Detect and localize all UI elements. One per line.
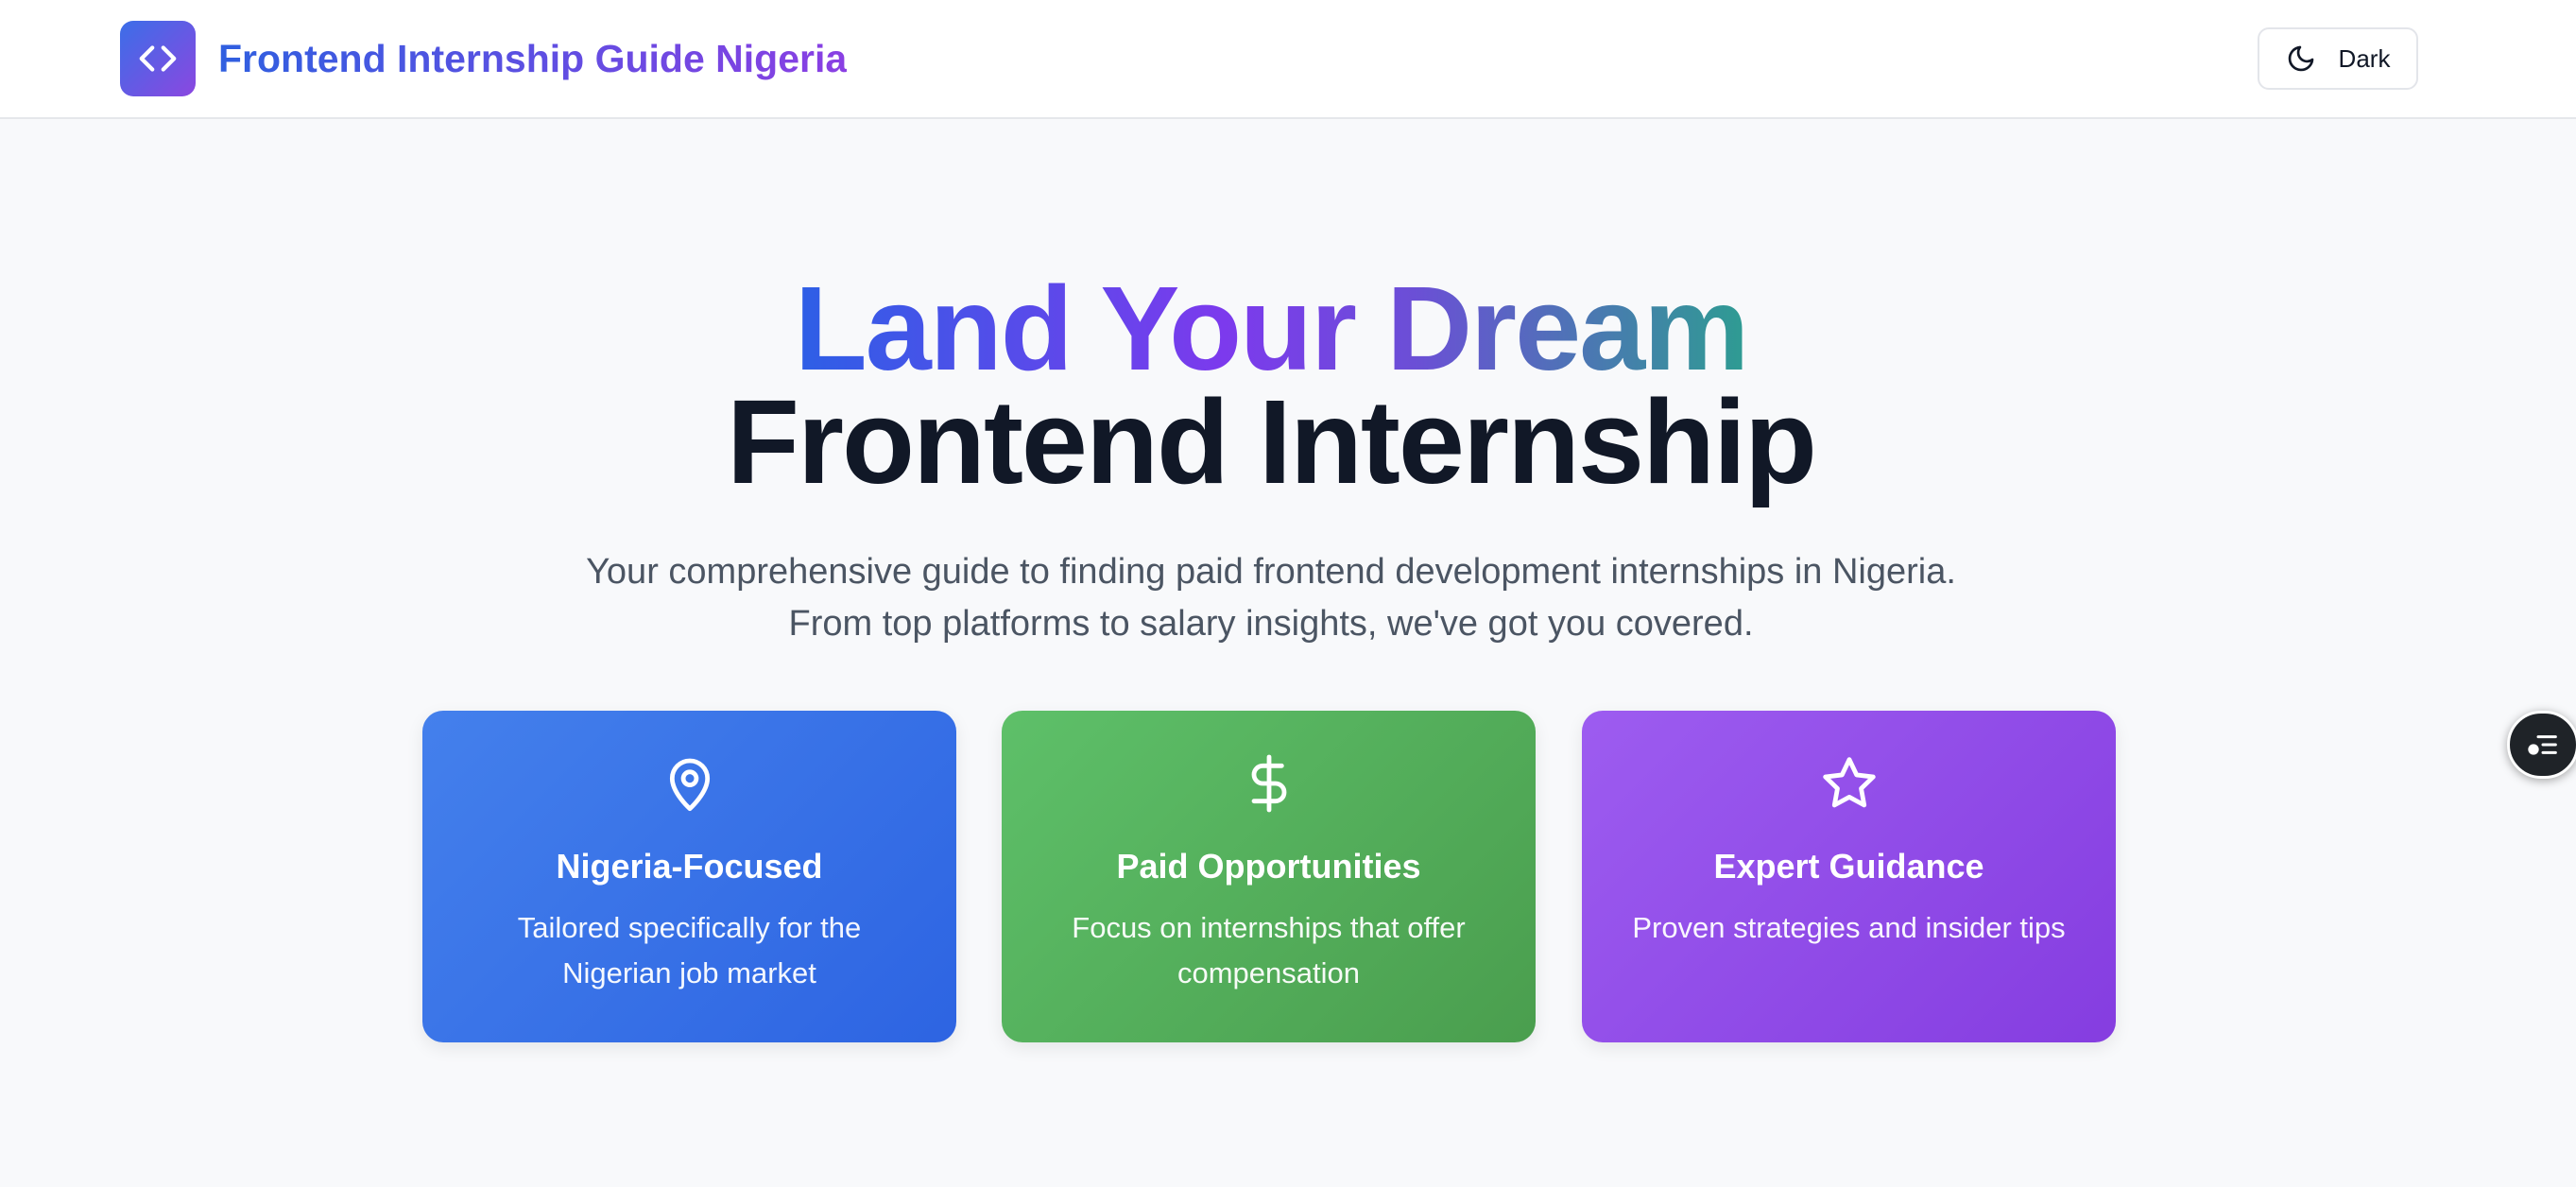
feature-title: Expert Guidance [1713,847,1984,886]
moon-icon [2288,45,2313,72]
star-icon [1822,757,1876,808]
code-icon [139,45,177,72]
feature-description: Proven strategies and insider tips [1632,911,2066,944]
logo[interactable] [120,21,196,96]
map-pin-icon [669,758,710,812]
feature-card-expert-guidance: Expert Guidance Proven strategies and in… [1582,711,2116,1042]
feature-card-paid-opportunities: Paid Opportunities Focus on internships … [1002,711,1536,1042]
feature-title: Nigeria-Focused [556,847,823,886]
hero-subtitle-line2: From top platforms to salary insights, w… [788,604,1754,644]
feature-title: Paid Opportunities [1116,847,1421,886]
dollar-icon [1251,754,1286,813]
floating-action-button[interactable] [2507,711,2576,779]
feature-card-nigeria-focused: Nigeria-Focused Tailored specifically fo… [422,711,956,1042]
theme-toggle-label: Dark [2338,43,2391,73]
hero-title-highlight: Land Your Dream [794,262,1750,395]
list-icon [2528,735,2557,755]
hero-subtitle: Your comprehensive guide to finding paid… [0,546,2542,650]
feature-description: Tailored specifically for the Nigerian j… [517,911,862,989]
top-nav: Frontend Internship Guide Nigeria Dark [0,0,2576,119]
feature-description: Focus on internships that offer compensa… [1072,911,1466,989]
hero-title: Land Your Dream Frontend Internship [0,262,2542,508]
site-title[interactable]: Frontend Internship Guide Nigeria [218,32,847,85]
theme-toggle-button[interactable]: Dark [2258,27,2418,90]
hero-title-main: Frontend Internship [727,375,1817,508]
hero-subtitle-line1: Your comprehensive guide to finding paid… [586,552,1956,592]
